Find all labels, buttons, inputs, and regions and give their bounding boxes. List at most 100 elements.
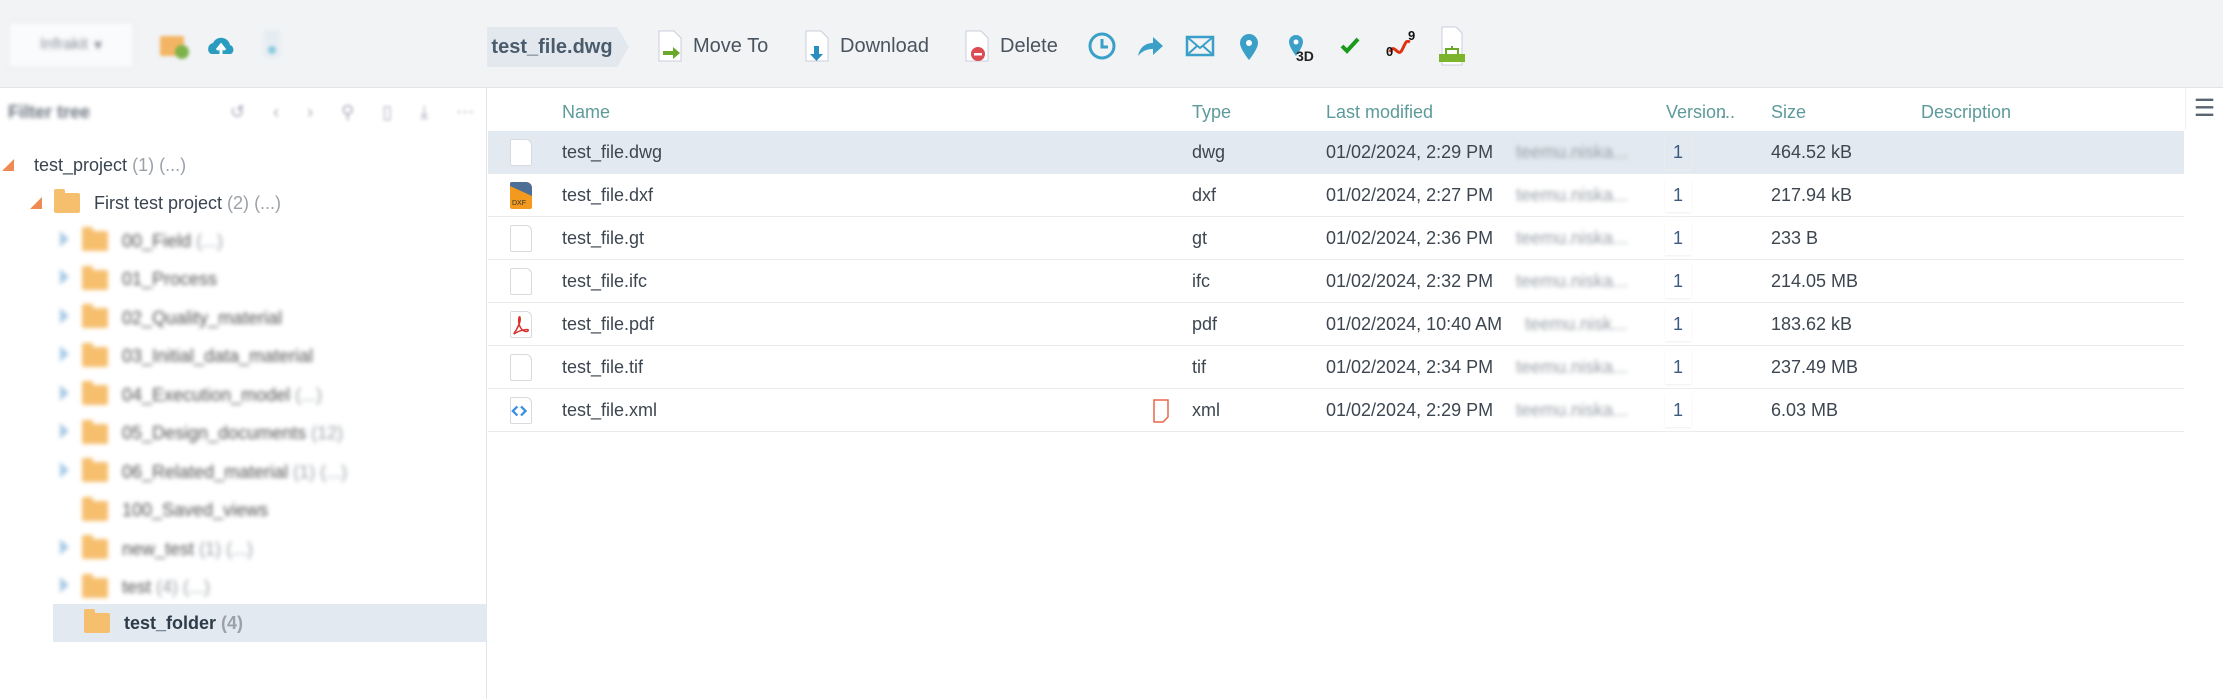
3d-badge: 3D [1296, 48, 1314, 64]
tree-item-folder[interactable]: 02_Quality_material [0, 299, 487, 337]
tree-item-label: First test project [94, 192, 223, 213]
table-row[interactable]: test_file.xml xml 01/02/2024, 2:29 PM te… [488, 389, 2184, 432]
share-icon[interactable] [1134, 30, 1166, 62]
folder-tree-panel: Filter tree ↺ ‹ › ⚲ ▯ ⤓ ⋯ test_project (1) (..… [0, 88, 487, 699]
version-button[interactable]: 1 [1665, 350, 1691, 384]
collapsed-triangle-icon[interactable] [60, 269, 69, 285]
forward-icon[interactable]: › [307, 102, 313, 123]
back-icon[interactable]: ‹ [273, 102, 279, 123]
tree-item-folder[interactable]: 06_Related_material (1) (...) [0, 453, 487, 491]
table-row[interactable]: test_file.dwg dwg 01/02/2024, 2:29 PM te… [488, 131, 2184, 174]
tree-item-folder[interactable]: 100_Saved_views [0, 492, 487, 530]
organization-dropdown[interactable]: Infrakit ▾ [8, 22, 134, 68]
collapsed-triangle-icon[interactable] [60, 577, 69, 593]
add-folder-icon[interactable] [158, 28, 190, 62]
sequence-button[interactable]: 0 9 [1384, 28, 1416, 62]
file-type: gt [1192, 228, 1208, 248]
version-button[interactable]: 1 [1665, 135, 1691, 169]
caret-down-icon: ▾ [93, 37, 103, 54]
tree-item-label: 02_Quality_material [122, 307, 283, 328]
tree-item-more[interactable]: (...) [159, 155, 186, 176]
delete-button[interactable]: Delete [964, 28, 1058, 64]
column-header-type[interactable]: Type [1192, 102, 1231, 123]
collapsed-triangle-icon[interactable] [60, 346, 69, 362]
version-button[interactable]: 1 [1665, 178, 1691, 212]
expanded-triangle-icon[interactable] [2, 159, 14, 171]
email-icon[interactable] [1184, 30, 1216, 62]
collapsed-triangle-icon[interactable] [60, 538, 69, 555]
column-header-description[interactable]: Description [1921, 102, 2011, 123]
more-icon[interactable]: ⋯ [456, 102, 474, 123]
collapsed-triangle-icon[interactable] [60, 307, 69, 324]
location-3d-button[interactable]: 3D [1282, 30, 1314, 64]
collapse-icon[interactable]: ⤓ [420, 102, 428, 123]
collapsed-triangle-icon[interactable] [60, 384, 69, 401]
location-pin-icon[interactable] [1233, 30, 1265, 62]
trash-icon[interactable]: ▯ [382, 102, 392, 123]
tree-item-folder[interactable]: 01_Process [0, 261, 487, 299]
file-name[interactable]: test_file.dxf [562, 185, 653, 206]
tree-item-count: (12) [311, 423, 344, 443]
collapsed-triangle-icon[interactable] [60, 423, 69, 439]
tree-item-folder[interactable]: 00_Field (...) [0, 222, 487, 260]
last-modified: 01/02/2024, 2:32 PM [1326, 271, 1494, 291]
tree-item-label: 03_Initial_data_material [122, 346, 314, 366]
column-header-version[interactable]: Version [1666, 102, 1726, 123]
file-name[interactable]: test_file.gt [562, 228, 644, 249]
download-button[interactable]: Download [804, 28, 929, 64]
last-modified: 01/02/2024, 2:29 PM [1326, 400, 1494, 420]
version-button[interactable]: 1 [1665, 264, 1691, 298]
file-type: ifc [1192, 271, 1210, 291]
dxf-file-icon: DXF [510, 182, 532, 209]
file-name[interactable]: test_file.pdf [562, 314, 654, 335]
column-header-last-modified[interactable]: Last modified [1326, 102, 1433, 123]
tree-item-folder[interactable]: 03_Initial_data_material [0, 338, 487, 376]
collapsed-triangle-icon[interactable] [60, 230, 69, 247]
seq-from-label: 0 [1386, 44, 1394, 59]
folder-icon [82, 304, 108, 328]
version-button[interactable]: 1 [1665, 221, 1691, 255]
history-clock-icon[interactable] [1086, 30, 1118, 62]
column-header-more[interactable]: ... [1720, 102, 1735, 123]
folder-icon [82, 535, 108, 559]
tree-item-selected-folder[interactable]: test_folder (4) [53, 604, 487, 642]
column-header-name[interactable]: Name [562, 102, 610, 123]
version-button[interactable]: 1 [1665, 393, 1691, 427]
table-row[interactable]: test_file.ifc ifc 01/02/2024, 2:32 PM te… [488, 260, 2184, 303]
file-name[interactable]: test_file.tif [562, 357, 643, 378]
file-name[interactable]: test_file.dwg [562, 142, 662, 163]
tree-item-folder[interactable]: 04_Execution_model (...) [0, 376, 487, 414]
tree-item-folder[interactable]: 05_Design_documents (12) [0, 415, 487, 453]
version-button[interactable]: 1 [1665, 307, 1691, 341]
note-icon[interactable] [1152, 398, 1170, 424]
last-modified: 01/02/2024, 2:27 PM [1326, 185, 1494, 205]
table-row[interactable]: DXF test_file.dxf dxf 01/02/2024, 2:27 P… [488, 174, 2184, 217]
table-row[interactable]: test_file.pdf pdf 01/02/2024, 10:40 AM t… [488, 303, 2184, 346]
file-name[interactable]: test_file.ifc [562, 271, 647, 292]
collapsed-triangle-icon[interactable] [60, 461, 69, 478]
expanded-triangle-icon[interactable] [30, 197, 42, 209]
undo-icon[interactable]: ↺ [230, 102, 245, 123]
table-row[interactable]: test_file.gt gt 01/02/2024, 2:36 PM teem… [488, 217, 2184, 260]
tree-item-project[interactable]: First test project (2) (...) [0, 184, 487, 222]
breadcrumb-current-file[interactable]: test_file.dwg [487, 27, 629, 67]
organization-label: Infrakit [39, 36, 88, 53]
pin-icon[interactable]: ⚲ [341, 102, 354, 123]
tree-item-label: test_folder [124, 612, 217, 633]
tree-item-folder[interactable]: new_test (1) (...) [0, 530, 487, 568]
tree-tools: ↺ ‹ › ⚲ ▯ ⤓ ⋯ [230, 102, 474, 123]
tree-item-root[interactable]: test_project (1) (...) [0, 146, 487, 184]
tree-item-more[interactable]: (...) [254, 193, 281, 214]
cloud-upload-icon[interactable] [205, 28, 237, 62]
file-drop-icon[interactable] [256, 28, 288, 62]
table-row[interactable]: test_file.tif tif 01/02/2024, 2:34 PM te… [488, 346, 2184, 389]
checkmark-icon[interactable] [1334, 30, 1366, 62]
move-to-button[interactable]: Move To [657, 28, 768, 64]
filter-tree-input[interactable]: Filter tree [8, 102, 90, 123]
file-name[interactable]: test_file.xml [562, 400, 657, 421]
column-menu-button[interactable]: ☰ [2185, 88, 2223, 130]
column-header-size[interactable]: Size [1771, 102, 1806, 123]
file-structure-icon[interactable] [1436, 26, 1468, 66]
tree-item-folder[interactable]: test (4) (...) [0, 569, 487, 607]
tree-item-count: (4) (...) [156, 577, 211, 597]
